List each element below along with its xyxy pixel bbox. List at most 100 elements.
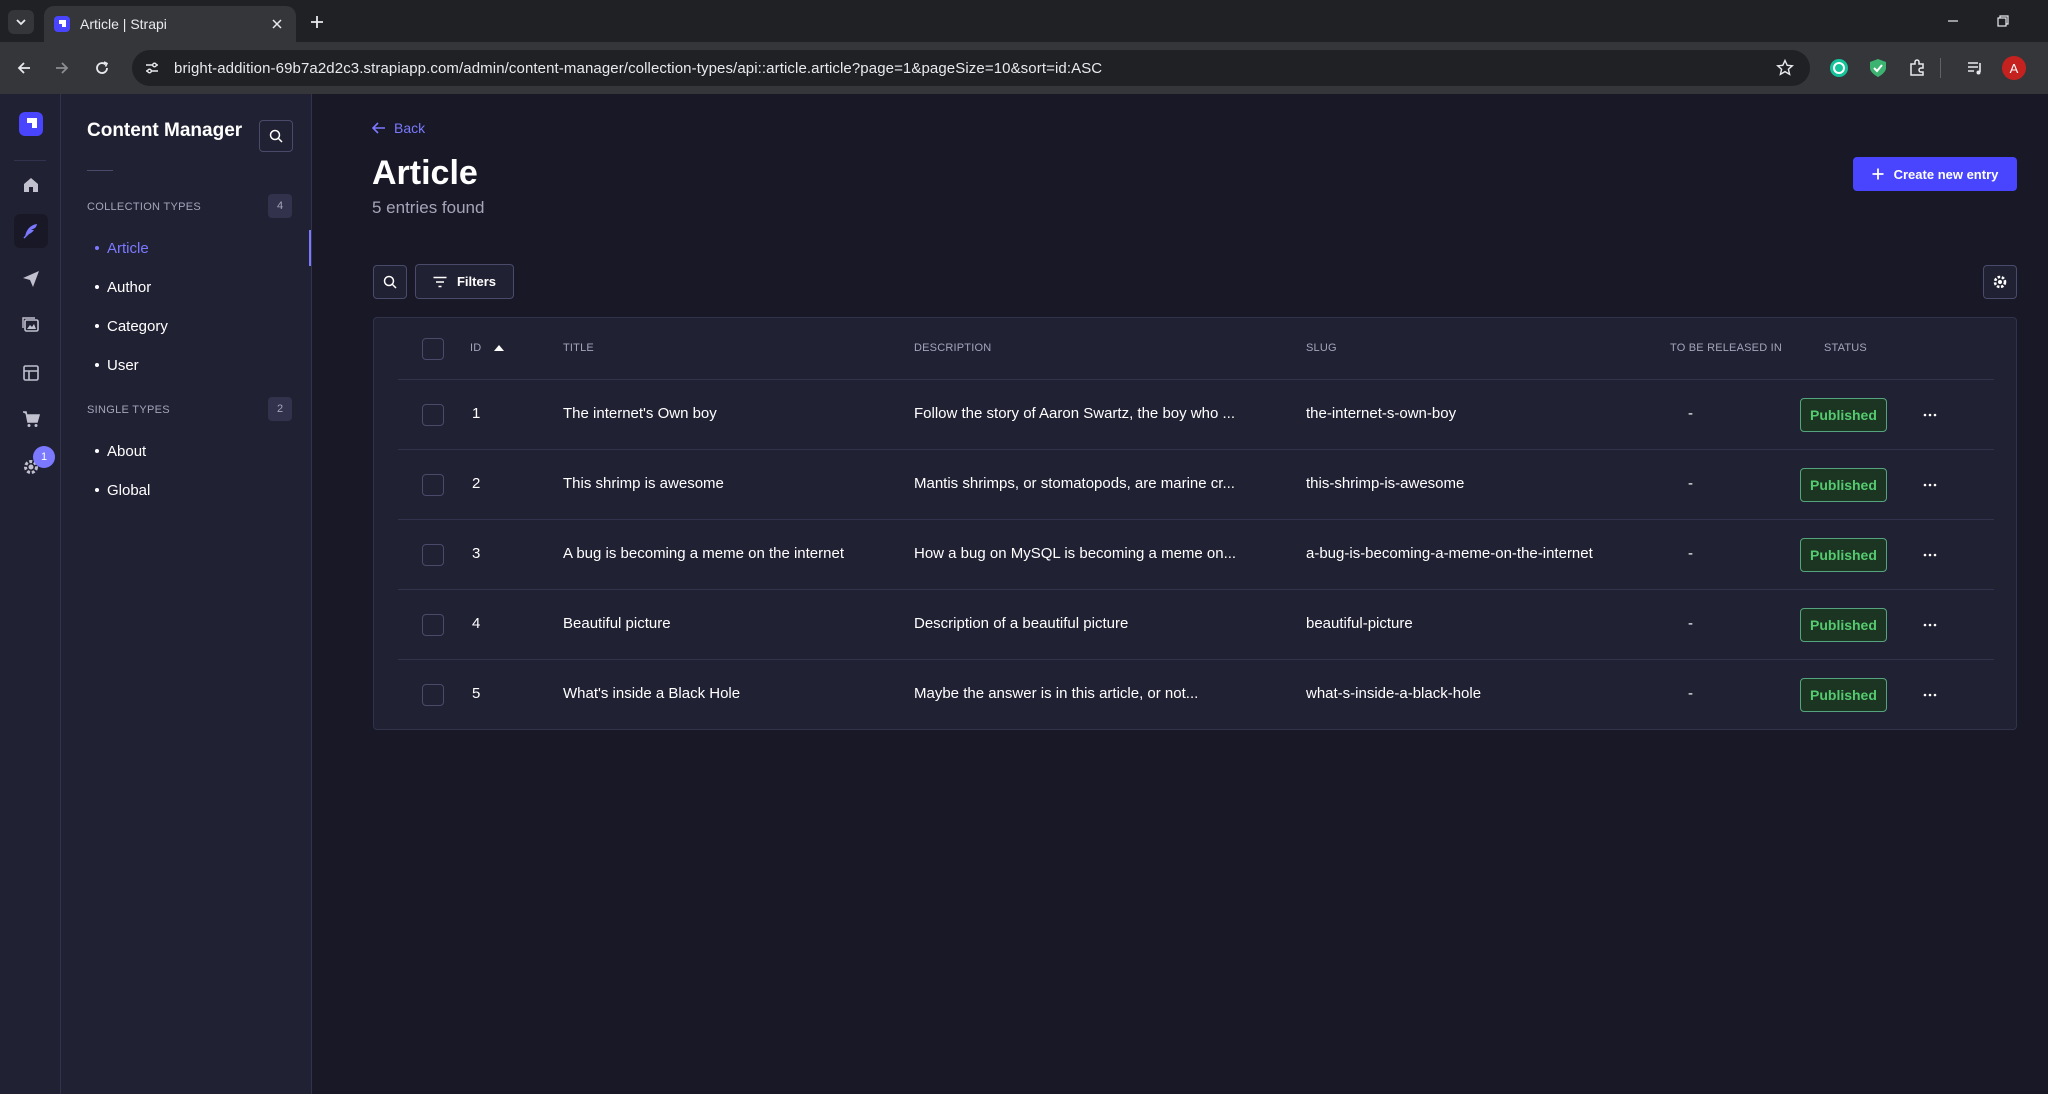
deploy-paper-plane-icon[interactable] bbox=[14, 262, 48, 296]
content-manager-subnav: Content Manager COLLECTION TYPES 4 Artic… bbox=[61, 94, 312, 1094]
row-checkbox[interactable] bbox=[422, 544, 444, 566]
forward-nav-button[interactable] bbox=[50, 56, 74, 80]
filters-button[interactable]: Filters bbox=[415, 264, 514, 299]
row-actions-menu[interactable] bbox=[1917, 472, 1943, 498]
main-navigation: 1 bbox=[0, 94, 61, 1094]
shield-extension-icon[interactable] bbox=[1866, 56, 1890, 80]
strapi-favicon-icon bbox=[54, 16, 70, 32]
bullet-dot bbox=[95, 488, 99, 492]
strapi-logo-icon[interactable] bbox=[19, 112, 43, 136]
cell-title: Beautiful picture bbox=[563, 615, 671, 632]
subnav-item-user[interactable]: User bbox=[61, 347, 311, 383]
subnav-item-category[interactable]: Category bbox=[61, 308, 311, 344]
collection-types-label[interactable]: COLLECTION TYPES bbox=[87, 201, 201, 213]
row-actions-menu[interactable] bbox=[1917, 402, 1943, 428]
select-all-checkbox[interactable] bbox=[422, 338, 444, 360]
cell-release: - bbox=[1688, 545, 1693, 562]
collection-types-count: 4 bbox=[268, 194, 292, 218]
new-tab-button[interactable] bbox=[305, 10, 329, 34]
table-header: ID TITLE DESCRIPTION SLUG TO BE RELEASED… bbox=[398, 318, 1994, 380]
table-search-button[interactable] bbox=[373, 265, 407, 299]
subnav-item-global[interactable]: Global bbox=[61, 472, 311, 508]
sort-ascending-icon bbox=[494, 345, 505, 351]
table-settings-button[interactable] bbox=[1983, 265, 2017, 299]
table-row[interactable]: 5 What's inside a Black Hole Maybe the a… bbox=[398, 660, 1994, 730]
filter-icon bbox=[433, 276, 447, 287]
arrow-left-icon bbox=[17, 62, 30, 74]
filters-label: Filters bbox=[456, 274, 496, 289]
table-row[interactable]: 1 The internet's Own boy Follow the stor… bbox=[398, 380, 1994, 450]
row-checkbox[interactable] bbox=[422, 614, 444, 636]
browser-tab-active[interactable]: Article | Strapi bbox=[44, 6, 296, 42]
profile-avatar[interactable]: A bbox=[2002, 56, 2026, 80]
table-row[interactable]: 2 This shrimp is awesome Mantis shrimps,… bbox=[398, 450, 1994, 520]
marketplace-cart-icon[interactable] bbox=[14, 402, 48, 436]
column-header-release: TO BE RELEASED IN bbox=[1670, 342, 1783, 354]
back-nav-button[interactable] bbox=[12, 56, 36, 80]
media-control-icon[interactable] bbox=[1963, 56, 1987, 80]
plus-icon bbox=[311, 16, 323, 28]
minimize-button[interactable] bbox=[1940, 8, 1966, 34]
subnav-item-article[interactable]: Article bbox=[61, 230, 311, 266]
reload-button[interactable] bbox=[90, 56, 114, 80]
chevron-down-icon bbox=[16, 19, 26, 26]
settings-notification-badge: 1 bbox=[33, 446, 55, 468]
home-icon[interactable] bbox=[14, 168, 48, 202]
close-window-button[interactable] bbox=[2034, 8, 2048, 34]
subnav-item-label: Global bbox=[107, 481, 151, 499]
page-title: Article bbox=[372, 154, 478, 192]
media-library-icon[interactable] bbox=[14, 308, 48, 342]
subnav-item-label: About bbox=[107, 442, 147, 460]
single-types-label[interactable]: SINGLE TYPES bbox=[87, 404, 170, 416]
entries-count: 5 entries found bbox=[372, 198, 485, 217]
toolbar-divider bbox=[1940, 58, 1941, 78]
cell-slug: the-internet-s-own-boy bbox=[1306, 405, 1457, 422]
subnav-item-label: User bbox=[107, 356, 139, 374]
row-actions-menu[interactable] bbox=[1917, 682, 1943, 708]
row-checkbox[interactable] bbox=[422, 474, 444, 496]
create-label: Create new entry bbox=[1893, 166, 1999, 182]
cell-description: Description of a beautiful picture bbox=[914, 615, 1129, 632]
column-header-id[interactable]: ID bbox=[470, 342, 505, 354]
plus-icon bbox=[1872, 168, 1884, 180]
address-bar[interactable]: bright-addition-69b7a2d2c3.strapiapp.com… bbox=[132, 50, 1810, 86]
extensions-puzzle-icon[interactable] bbox=[1905, 56, 1929, 80]
restore-button[interactable] bbox=[1990, 8, 2016, 34]
content-type-builder-layout-icon[interactable] bbox=[14, 356, 48, 390]
column-header-title[interactable]: TITLE bbox=[563, 342, 594, 354]
subnav-item-author[interactable]: Author bbox=[61, 269, 311, 305]
subnav-item-label: Category bbox=[107, 317, 168, 335]
cell-title: This shrimp is awesome bbox=[563, 475, 724, 492]
cell-slug: a-bug-is-becoming-a-meme-on-the-internet bbox=[1306, 545, 1593, 562]
cell-description: Follow the story of Aaron Swartz, the bo… bbox=[914, 405, 1235, 422]
cell-description: Mantis shrimps, or stomatopods, are mari… bbox=[914, 475, 1235, 492]
browser-tabbar: Article | Strapi bbox=[0, 0, 2048, 42]
minimize-icon bbox=[1948, 20, 1958, 22]
back-link[interactable]: Back bbox=[372, 120, 425, 136]
cell-release: - bbox=[1688, 475, 1693, 492]
row-checkbox[interactable] bbox=[422, 404, 444, 426]
table-row[interactable]: 4 Beautiful picture Description of a bea… bbox=[398, 590, 1994, 660]
tab-list-button[interactable] bbox=[8, 10, 34, 34]
subnav-item-about[interactable]: About bbox=[61, 433, 311, 469]
more-dots-icon bbox=[1923, 483, 1937, 487]
cell-id: 5 bbox=[472, 685, 481, 702]
column-header-slug[interactable]: SLUG bbox=[1306, 342, 1337, 354]
create-new-entry-button[interactable]: Create new entry bbox=[1853, 157, 2017, 191]
restore-icon bbox=[1997, 15, 2009, 27]
row-checkbox[interactable] bbox=[422, 684, 444, 706]
close-icon[interactable] bbox=[268, 15, 286, 33]
table-row[interactable]: 3 A bug is becoming a meme on the intern… bbox=[398, 520, 1994, 590]
site-info-icon[interactable] bbox=[140, 56, 164, 80]
row-actions-menu[interactable] bbox=[1917, 542, 1943, 568]
column-header-description[interactable]: DESCRIPTION bbox=[914, 342, 991, 354]
bookmark-star-icon[interactable] bbox=[1774, 57, 1796, 79]
cell-id: 4 bbox=[472, 615, 481, 632]
cell-slug: what-s-inside-a-black-hole bbox=[1306, 685, 1482, 702]
content-manager-feather-icon[interactable] bbox=[14, 214, 48, 248]
status-badge: Published bbox=[1800, 398, 1887, 432]
row-actions-menu[interactable] bbox=[1917, 612, 1943, 638]
grammarly-extension-icon[interactable] bbox=[1827, 56, 1851, 80]
entries-table: ID TITLE DESCRIPTION SLUG TO BE RELEASED… bbox=[373, 317, 2017, 730]
subnav-search-button[interactable] bbox=[259, 120, 293, 152]
